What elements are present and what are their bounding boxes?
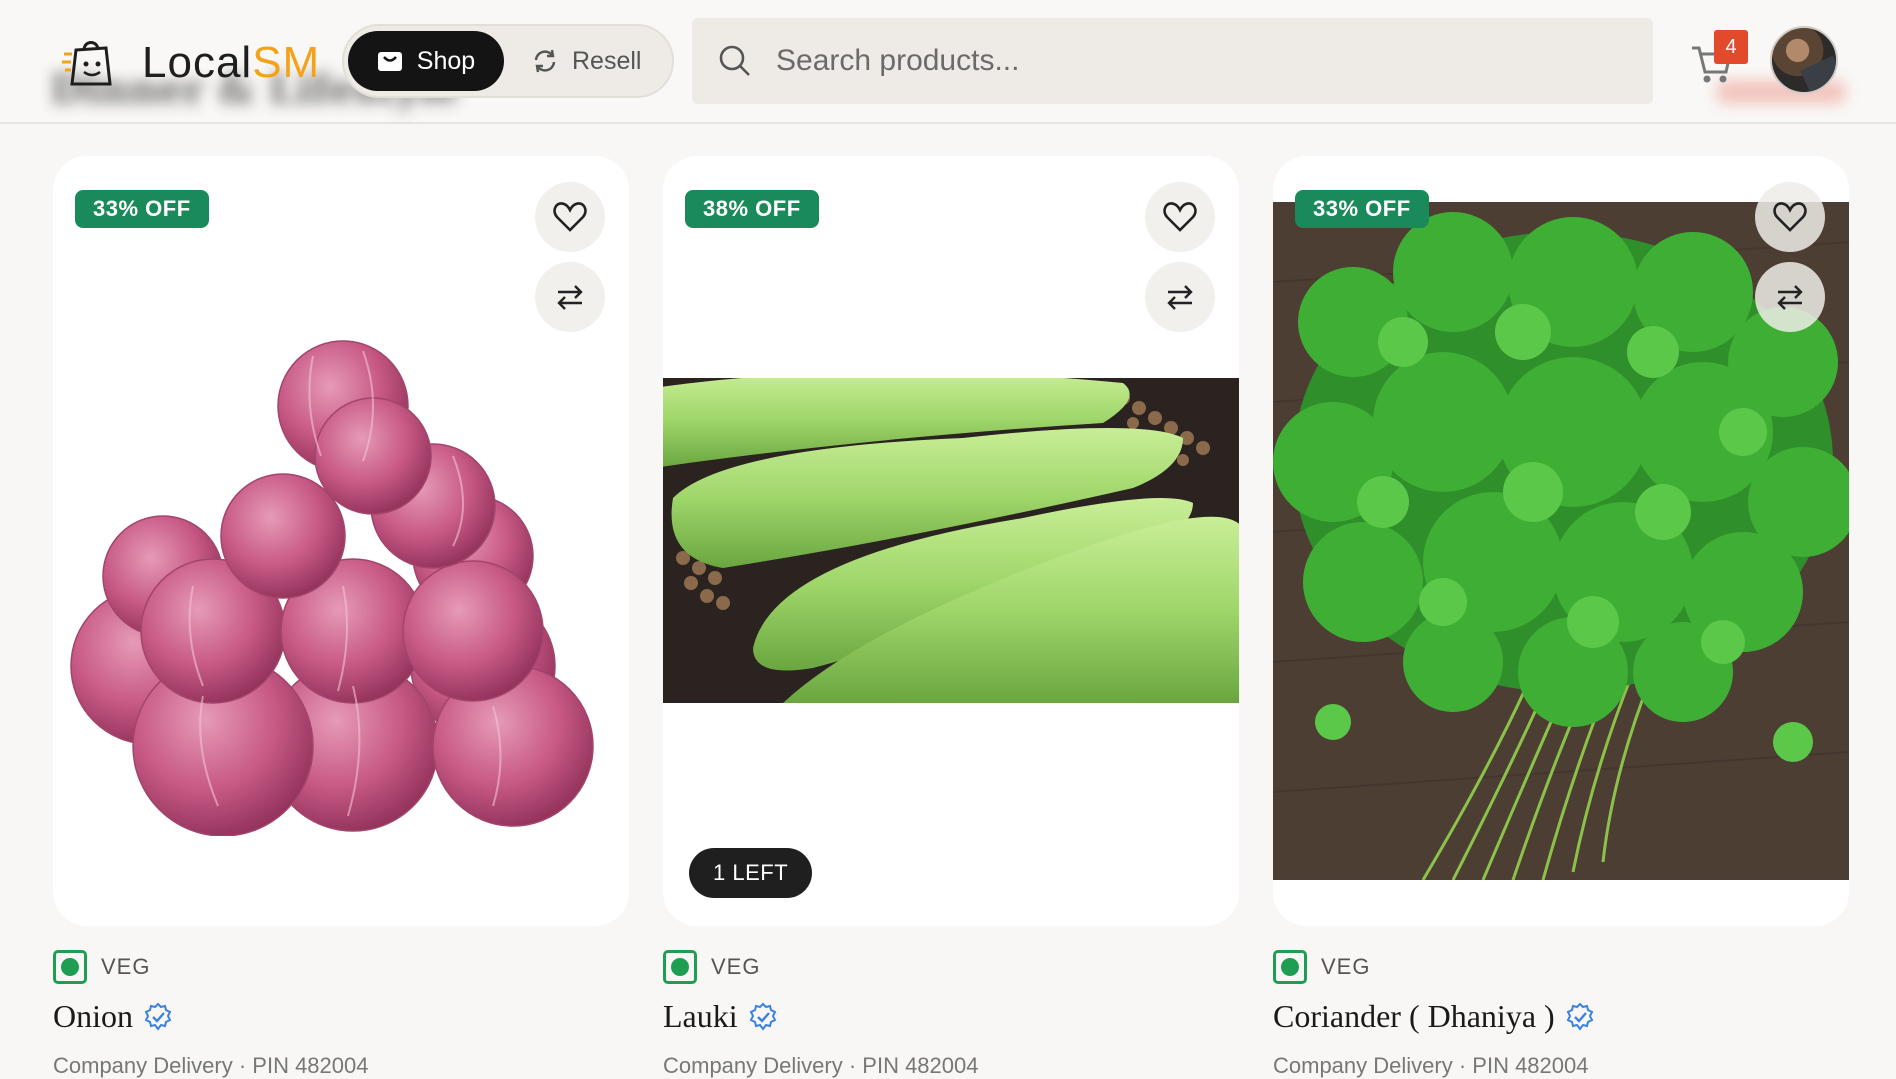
- veg-indicator: VEG: [53, 950, 629, 984]
- logo-bag-icon: [62, 41, 112, 86]
- search-bar: [692, 18, 1653, 104]
- veg-icon: [663, 950, 697, 984]
- delivery-info: Company Delivery · PIN 482004: [1273, 1053, 1589, 1078]
- product-card[interactable]: 38% OFF 1 LEFT: [663, 156, 1239, 926]
- wishlist-button[interactable]: [1755, 182, 1825, 252]
- discount-badge: 38% OFF: [685, 190, 819, 228]
- logo-text-local: Local: [142, 38, 253, 87]
- search-input[interactable]: [776, 44, 1576, 78]
- heart-icon: [1773, 202, 1807, 232]
- logo-text: LocalSM: [142, 38, 320, 88]
- resell-icon: [534, 49, 556, 73]
- product-info: VEG Coriander ( Dhaniya ) Company Delive…: [1273, 950, 1849, 1079]
- product-name[interactable]: Coriander ( Dhaniya ): [1273, 998, 1555, 1035]
- shop-tab-label: Shop: [416, 46, 476, 75]
- discount-badge: 33% OFF: [1295, 190, 1429, 228]
- veg-label: VEG: [1321, 954, 1371, 979]
- shop-tab[interactable]: Shop: [348, 31, 504, 91]
- veg-indicator: VEG: [1273, 950, 1849, 984]
- discount-badge: 33% OFF: [75, 190, 209, 228]
- product-image-onion: [70, 340, 594, 836]
- wishlist-button[interactable]: [535, 182, 605, 252]
- avatar[interactable]: [1770, 26, 1838, 94]
- veg-dot: [671, 958, 689, 976]
- heart-icon: [1163, 202, 1197, 232]
- cart-count-badge: 4: [1714, 30, 1748, 64]
- veg-icon: [53, 950, 87, 984]
- heart-icon: [553, 202, 587, 232]
- delivery-info: Company Delivery · PIN 482004: [663, 1053, 979, 1078]
- verified-icon: [144, 1002, 172, 1031]
- compare-icon: [1167, 285, 1193, 310]
- cart-button[interactable]: 4: [1690, 30, 1750, 86]
- product-image-lauki: [663, 378, 1239, 703]
- delivery-info: Company Delivery · PIN 482004: [53, 1053, 369, 1078]
- veg-dot: [61, 958, 79, 976]
- veg-icon: [1273, 950, 1307, 984]
- veg-label: VEG: [711, 954, 761, 979]
- compare-button[interactable]: [1755, 262, 1825, 332]
- compare-icon: [1777, 285, 1803, 310]
- wishlist-button[interactable]: [1145, 182, 1215, 252]
- product-name[interactable]: Lauki: [663, 998, 738, 1035]
- verified-icon: [1566, 1002, 1594, 1031]
- shop-resell-toggle: Shop Resell: [342, 24, 674, 98]
- product-card[interactable]: 33% OFF: [1273, 156, 1849, 926]
- logo-text-sm: SM: [252, 38, 321, 87]
- veg-label: VEG: [101, 954, 151, 979]
- resell-tab-label: Resell: [572, 46, 642, 75]
- compare-button[interactable]: [535, 262, 605, 332]
- product-name[interactable]: Onion: [53, 998, 133, 1035]
- product-card[interactable]: 33% OFF: [53, 156, 629, 926]
- verified-icon: [749, 1002, 776, 1031]
- search-icon: [719, 45, 750, 76]
- compare-button[interactable]: [1145, 262, 1215, 332]
- product-info: VEG Lauki Company Delivery · PIN 482004: [663, 950, 1239, 1079]
- product-info: VEG Onion Company Delivery · PIN 482004: [53, 950, 629, 1079]
- logo[interactable]: LocalSM: [62, 36, 320, 90]
- stock-left-badge: 1 LEFT: [689, 848, 813, 898]
- veg-indicator: VEG: [663, 950, 1239, 984]
- shop-icon: [377, 52, 402, 71]
- compare-icon: [557, 285, 583, 310]
- resell-tab[interactable]: Resell: [532, 31, 641, 91]
- top-header: Dinner & Lifestyle LocalSM Shop Resell S…: [0, 0, 1896, 124]
- veg-dot: [1281, 958, 1299, 976]
